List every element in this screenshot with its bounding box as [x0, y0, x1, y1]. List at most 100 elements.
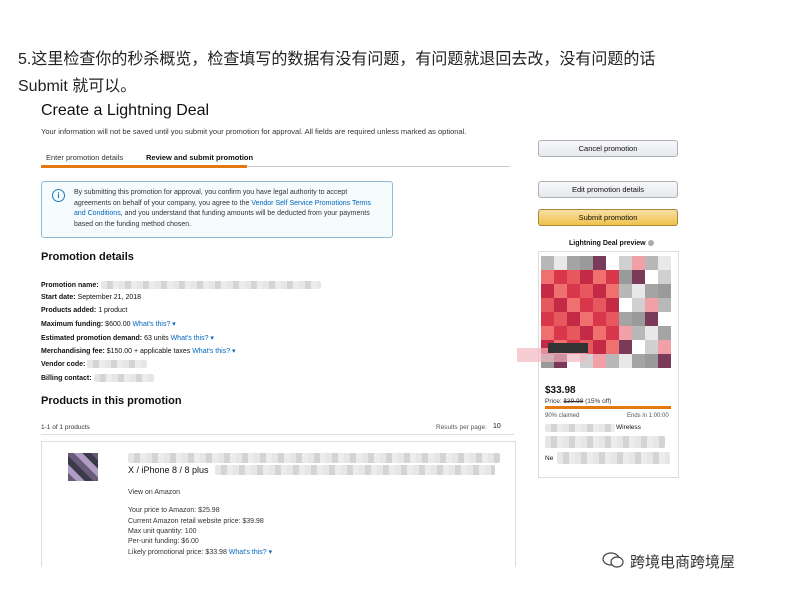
mosaic-cell: [658, 298, 671, 312]
whats-this-link[interactable]: What's this?: [171, 335, 209, 342]
mosaic-cell: [645, 284, 658, 298]
promotion-details-heading: Promotion details: [41, 251, 134, 263]
current-retail-price: Current Amazon retail website price: $39…: [128, 518, 264, 525]
old-price: $39.98: [563, 398, 584, 405]
tab-enter-promotion-details[interactable]: Enter promotion details: [46, 153, 123, 162]
mosaic-cell: [658, 326, 671, 340]
mosaic-cell: [593, 312, 606, 326]
mosaic-cell: [645, 354, 658, 368]
detail-label: Start date:: [41, 294, 76, 301]
mosaic-cell: [606, 284, 619, 298]
claimed-progress-bar: [545, 406, 671, 409]
mosaic-cell: [658, 270, 671, 284]
products-divider: [41, 434, 514, 435]
discount: (15% off): [585, 398, 612, 405]
likely-promotional-price: Likely promotional price: $33.98: [128, 549, 227, 556]
detail-row: Vendor code:: [41, 360, 148, 368]
mosaic-cell: [619, 354, 632, 368]
max-unit-quantity: Max unit quantity: 100: [128, 528, 197, 535]
detail-row: Products added: 1 product: [41, 307, 127, 314]
mosaic-cell: [606, 270, 619, 284]
chevron-down-icon[interactable]: ▾: [208, 335, 214, 342]
mosaic-cell: [619, 298, 632, 312]
redacted-value: [100, 281, 321, 289]
mosaic-cell: [619, 312, 632, 326]
page-title: Create a Lightning Deal: [41, 102, 210, 119]
detail-value: September 21, 2018: [77, 294, 142, 301]
mosaic-cell: [658, 312, 671, 326]
mosaic-cell: [580, 256, 593, 270]
mosaic-cell: [606, 298, 619, 312]
tab-review-and-submit[interactable]: Review and submit promotion: [146, 153, 253, 162]
mosaic-cell: [619, 270, 632, 284]
caption-line-1: 5.这里检查你的秒杀概览，检查填写的数据有没有问题，有问题就退回去改，没有问题的…: [18, 51, 656, 68]
tab-active-indicator: [41, 165, 247, 168]
detail-row: Start date: September 21, 2018: [41, 294, 141, 301]
detail-row: Promotion name:: [41, 281, 321, 289]
mosaic-cell: [645, 256, 658, 270]
mosaic-cell: [593, 298, 606, 312]
mosaic-cell: [541, 312, 554, 326]
product-title-fragment: X / iPhone 8 / 8 plus: [128, 465, 209, 475]
mosaic-cell: [645, 298, 658, 312]
detail-label: Merchandising fee:: [41, 348, 105, 355]
mosaic-cell: [645, 340, 658, 354]
detail-row: Billing contact:: [41, 374, 154, 382]
mosaic-cell: [580, 312, 593, 326]
phone-image-fragment: [548, 343, 588, 353]
info-icon: i: [52, 189, 65, 202]
mosaic-cell: [554, 256, 567, 270]
mosaic-cell: [541, 326, 554, 340]
chevron-down-icon[interactable]: ▾: [269, 549, 273, 556]
mosaic-cell: [632, 354, 645, 368]
whats-this-link[interactable]: What's this?: [229, 549, 267, 556]
mosaic-cell: [541, 270, 554, 284]
submit-promotion-button[interactable]: Submit promotion: [538, 209, 678, 226]
whats-this-link[interactable]: What's this?: [132, 321, 170, 328]
detail-label: Vendor code:: [41, 360, 86, 368]
blurred-product-name-2: [215, 465, 495, 475]
mosaic-cell: [645, 270, 658, 284]
mosaic-cell: [632, 270, 645, 284]
results-per-page-label: Results per page:: [436, 424, 487, 431]
mosaic-cell: [606, 312, 619, 326]
whats-this-link[interactable]: What's this?: [192, 348, 230, 355]
mosaic-cell: [632, 298, 645, 312]
mosaic-cell: [580, 298, 593, 312]
detail-row: Estimated promotion demand: 63 units Wha…: [41, 334, 214, 342]
mosaic-cell: [541, 284, 554, 298]
ends-in-label: Ends in 1:00:00: [627, 413, 669, 419]
chevron-down-icon[interactable]: ▾: [230, 348, 236, 355]
products-heading: Products in this promotion: [41, 395, 182, 407]
info-text: By submitting this promotion for approva…: [74, 188, 384, 230]
mosaic-cell: [645, 312, 658, 326]
preview-price: $33.98: [545, 385, 576, 396]
mosaic-cell: [554, 284, 567, 298]
detail-value: 63 units: [144, 335, 169, 342]
detail-label: Estimated promotion demand:: [41, 335, 143, 342]
claimed-label: 90% claimed: [545, 413, 580, 419]
mosaic-cell: [593, 256, 606, 270]
mosaic-cell: [606, 326, 619, 340]
mosaic-cell: [593, 270, 606, 284]
wechat-icon: [602, 552, 624, 568]
redacted-value: [93, 374, 154, 382]
mosaic-cell: [593, 284, 606, 298]
wireless-text: Wireless: [616, 424, 641, 431]
mosaic-cell: [619, 340, 632, 354]
blurred-product-title-2: [545, 436, 665, 448]
detail-value: $150.00 + applicable taxes: [106, 348, 191, 355]
help-icon[interactable]: [647, 240, 654, 247]
mosaic-cell: [632, 256, 645, 270]
mosaic-cell: [567, 256, 580, 270]
mosaic-cell: [632, 284, 645, 298]
mosaic-cell: [554, 298, 567, 312]
results-per-page-select[interactable]: 10: [493, 423, 501, 430]
chevron-down-icon[interactable]: ▾: [170, 321, 176, 328]
cancel-promotion-button[interactable]: Cancel promotion: [538, 140, 678, 157]
page-subtitle: Your information will not be saved until…: [41, 127, 467, 136]
view-on-amazon-link[interactable]: View on Amazon: [128, 489, 180, 496]
detail-row: Merchandising fee: $150.00 + applicable …: [41, 347, 236, 355]
edit-promotion-button[interactable]: Edit promotion details: [538, 181, 678, 198]
mosaic-cell: [632, 340, 645, 354]
